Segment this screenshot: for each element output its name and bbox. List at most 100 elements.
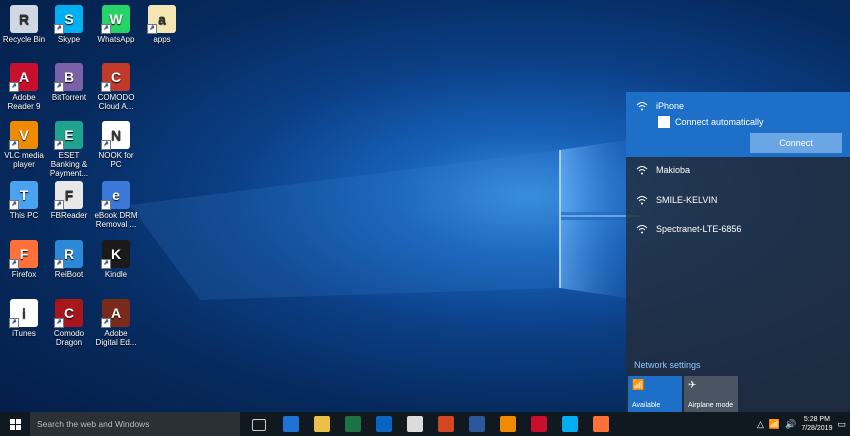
recycle-bin-icon: R — [10, 5, 38, 33]
connect-button[interactable]: Connect — [750, 133, 842, 153]
desktop-icon-label: apps — [153, 35, 171, 44]
desktop-icon[interactable]: C ↗ Comodo Dragon — [47, 299, 91, 347]
firefox-icon: F ↗ — [9, 240, 38, 269]
shortcut-arrow-icon: ↗ — [9, 82, 19, 92]
powerpoint-icon[interactable] — [438, 416, 454, 432]
desktop-icon-label: WhatsApp — [97, 35, 135, 44]
store-icon[interactable] — [407, 416, 423, 432]
desktop-icon[interactable]: A ↗ Adobe Reader 9 — [2, 63, 46, 111]
airplane-mode-tile[interactable]: ✈ Airplane mode — [684, 376, 738, 412]
start-button[interactable] — [0, 412, 30, 436]
comodo-cloud-icon: C ↗ — [101, 63, 130, 92]
desktop-icon-label: FBReader — [50, 211, 88, 220]
selected-network[interactable]: iPhone Connect automatically Connect — [626, 92, 850, 157]
comodo-dragon-icon: C ↗ — [54, 299, 83, 328]
windows-logo-icon — [9, 418, 21, 430]
wifi-tile[interactable]: 📶 Available — [628, 376, 682, 412]
kindle-icon: K ↗ — [101, 240, 130, 269]
desktop-icon[interactable]: A ↗ Adobe Digital Ed... — [94, 299, 138, 347]
desktop-icon-label: Comodo Dragon — [53, 329, 85, 347]
whatsapp-icon: W ↗ — [101, 5, 130, 34]
file-explorer-icon[interactable] — [314, 416, 330, 432]
shortcut-arrow-icon: ↗ — [101, 82, 111, 92]
desktop-icon-grid: R Recycle Bin S ↗ Skype W ↗ WhatsApp a ↗ apps A ↗ Ado… — [0, 0, 176, 360]
acrobat-icon[interactable] — [531, 416, 547, 432]
task-view-icon[interactable] — [252, 419, 266, 431]
taskbar: Search the web and Windows △ 📶 🔊 5:28 PM… — [0, 412, 850, 436]
shortcut-arrow-icon: ↗ — [101, 200, 111, 210]
desktop-icon[interactable]: i ↗ iTunes — [2, 299, 46, 338]
desktop-icon-label: Recycle Bin — [2, 35, 46, 44]
connect-automatically-checkbox[interactable]: Connect automatically — [658, 116, 764, 128]
clock-date: 7/28/2019 — [801, 425, 833, 432]
shortcut-arrow-icon: ↗ — [54, 318, 64, 328]
desktop-icon[interactable]: T ↗ This PC — [2, 181, 46, 220]
desktop-icon-label: NOOK for PC — [98, 151, 134, 169]
desktop-icon-label: eBook DRM Removal ... — [94, 211, 138, 229]
desktop-icon[interactable]: S ↗ Skype — [47, 5, 91, 44]
desktop-icon-label: iTunes — [12, 329, 36, 338]
network-flyout: iPhone Connect automatically Connect Mak… — [626, 92, 850, 412]
wifi-network-item[interactable]: Spectranet-LTE-6856 — [636, 223, 741, 235]
notifications-icon[interactable]: ▭ — [837, 419, 846, 430]
network-settings-link[interactable]: Network settings — [634, 360, 701, 370]
vlc-icon: V ↗ — [9, 121, 38, 150]
shortcut-arrow-icon: ↗ — [101, 140, 111, 150]
shortcut-arrow-icon: ↗ — [54, 200, 64, 210]
shortcut-arrow-icon: ↗ — [9, 318, 19, 328]
edge-icon[interactable] — [283, 416, 299, 432]
skype-icon: S ↗ — [54, 5, 83, 34]
network-tray-icon[interactable]: 📶 — [769, 419, 780, 430]
wifi-network-item[interactable]: Makioba — [636, 164, 690, 176]
vlc-icon[interactable] — [500, 416, 516, 432]
desktop-icon[interactable]: F ↗ FBReader — [47, 181, 91, 220]
desktop-icon[interactable]: V ↗ VLC media player — [2, 121, 46, 169]
skype-icon[interactable] — [562, 416, 578, 432]
desktop-icon-label: BitTorrent — [51, 93, 87, 102]
desktop-icon-label: Adobe Digital Ed... — [95, 329, 137, 347]
desktop-icon[interactable]: e ↗ eBook DRM Removal ... — [94, 181, 138, 229]
desktop-icon[interactable]: B ↗ BitTorrent — [47, 63, 91, 102]
excel-icon[interactable] — [345, 416, 361, 432]
action-center-icon[interactable]: △ — [757, 419, 764, 430]
network-name: Makioba — [656, 165, 691, 175]
shortcut-arrow-icon: ↗ — [101, 259, 111, 269]
desktop-icon-label: Adobe Reader 9 — [7, 93, 41, 111]
outlook-icon[interactable] — [376, 416, 392, 432]
desktop-icon-label: COMODO Cloud A... — [97, 93, 135, 111]
desktop-icon[interactable]: E ↗ ESET Banking & Payment... — [47, 121, 91, 178]
network-name: iPhone — [656, 101, 685, 111]
desktop-icon-label: ReiBoot — [54, 270, 84, 279]
word-icon[interactable] — [469, 416, 485, 432]
desktop-icon[interactable]: a ↗ apps — [140, 5, 184, 44]
tile-label: Airplane mode — [688, 402, 734, 409]
clock-time: 5:28 PM — [803, 416, 830, 423]
nook-icon: N ↗ — [101, 121, 130, 150]
wifi-icon — [636, 225, 648, 234]
clock[interactable]: 5:28 PM 7/28/2019 — [801, 415, 832, 433]
airplane-icon: ✈ — [688, 380, 697, 391]
desktop-icon[interactable]: R Recycle Bin — [2, 5, 46, 44]
reiboot-icon: R ↗ — [54, 240, 83, 269]
desktop-icon[interactable]: R ↗ ReiBoot — [47, 240, 91, 279]
shortcut-arrow-icon: ↗ — [101, 318, 111, 328]
desktop-icon[interactable]: F ↗ Firefox — [2, 240, 46, 279]
taskbar-search-box[interactable]: Search the web and Windows — [30, 412, 240, 436]
desktop-icon[interactable]: K ↗ Kindle — [94, 240, 138, 279]
shortcut-arrow-icon: ↗ — [54, 259, 64, 269]
network-name: Spectranet-LTE-6856 — [656, 224, 742, 234]
wifi-icon — [636, 166, 648, 175]
wifi-network-item[interactable]: SMILE-KELVIN — [636, 194, 717, 206]
desktop-icon[interactable]: C ↗ COMODO Cloud A... — [94, 63, 138, 111]
ebook-drm-icon: e ↗ — [101, 181, 130, 210]
shortcut-arrow-icon: ↗ — [9, 200, 19, 210]
desktop-icon[interactable]: W ↗ WhatsApp — [94, 5, 138, 44]
desktop-icon[interactable]: N ↗ NOOK for PC — [94, 121, 138, 169]
adobe-digital-editions-icon: A ↗ — [101, 299, 130, 328]
desktop-icon-label: This PC — [9, 211, 39, 220]
volume-icon[interactable]: 🔊 — [785, 419, 796, 430]
wifi-icon: 📶 — [632, 380, 645, 391]
shortcut-arrow-icon: ↗ — [54, 140, 64, 150]
checkbox-box[interactable] — [658, 116, 670, 128]
firefox-icon[interactable] — [593, 416, 609, 432]
